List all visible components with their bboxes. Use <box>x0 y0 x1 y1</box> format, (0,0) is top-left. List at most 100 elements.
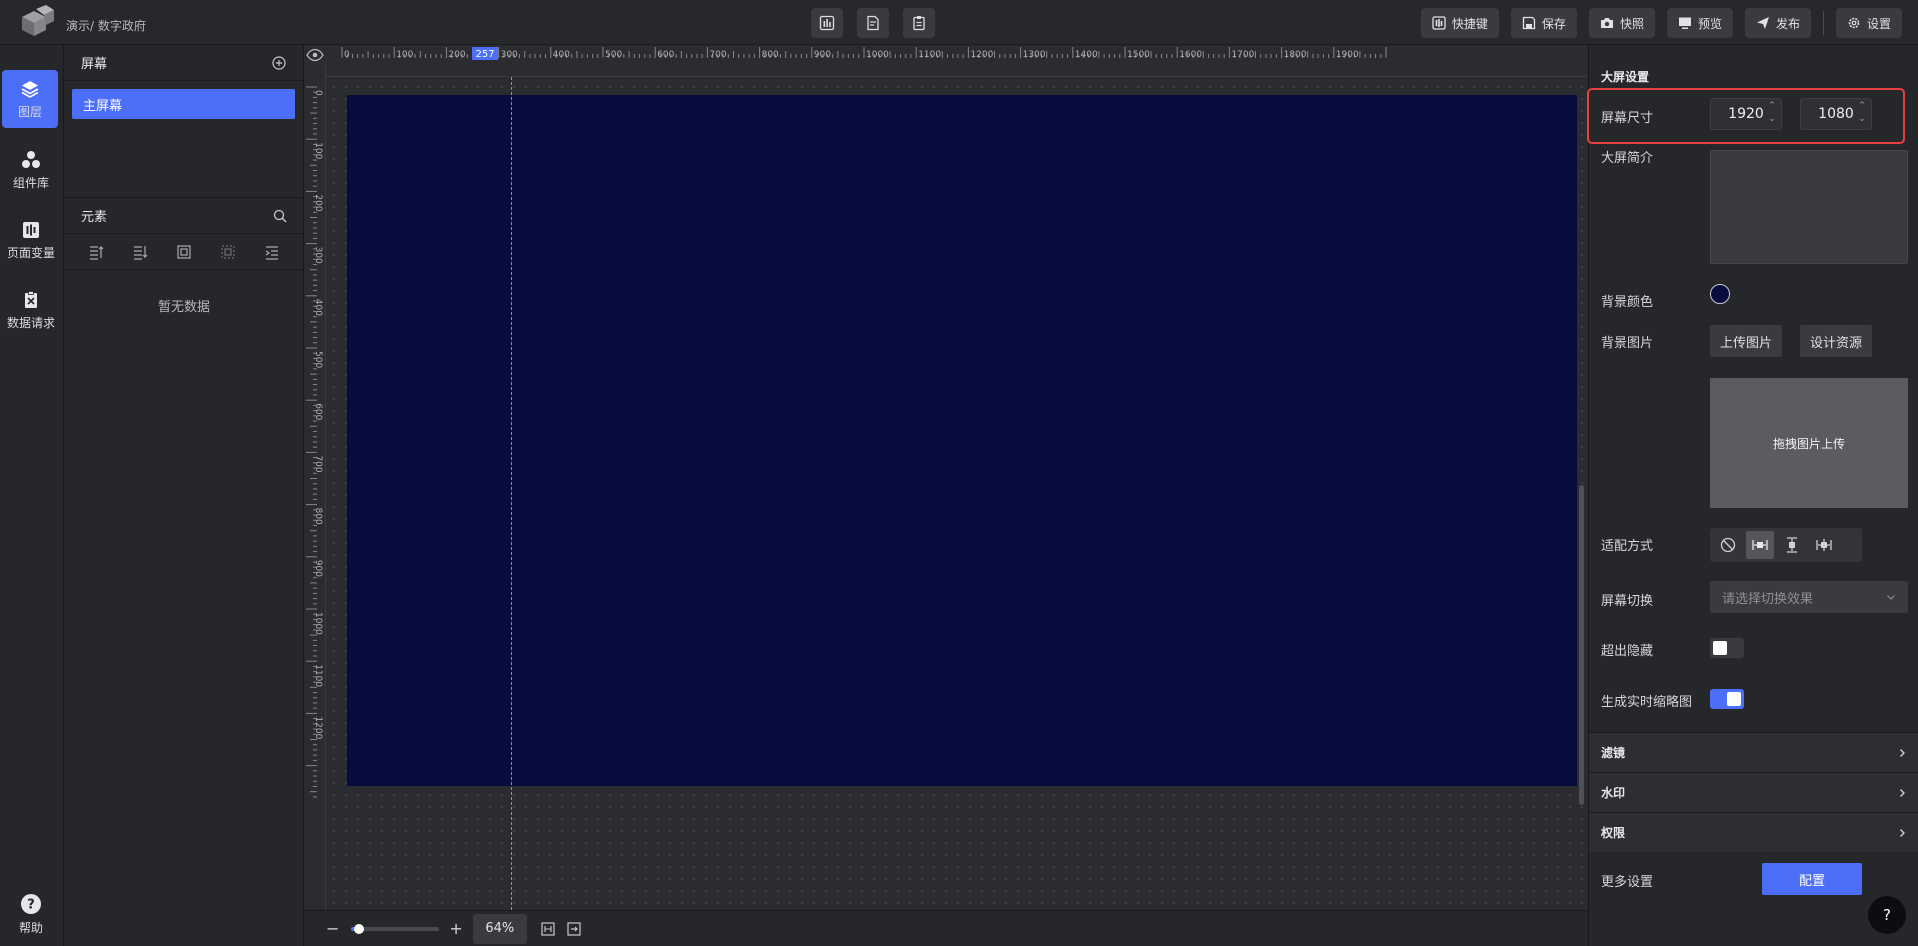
ruler-top-label: 900 <box>814 50 831 60</box>
screens-header: 屏幕 <box>64 45 303 81</box>
ruler-top-label: 1100 <box>918 50 941 60</box>
screen-canvas[interactable] <box>347 95 1577 786</box>
screen-size-highlight <box>1587 88 1905 144</box>
thumbnail-toggle[interactable] <box>1710 689 1744 709</box>
ungroup-icon[interactable] <box>220 244 236 260</box>
settings-title: 大屏设置 <box>1601 70 1650 84</box>
document-icon[interactable] <box>857 8 889 38</box>
thumbnail-toggle-knob <box>1727 692 1741 706</box>
ruler-top[interactable]: 0 100 200 300 400 500 600 700 800 900 1000 1100 1200… <box>304 45 1588 77</box>
nav-layers[interactable]: 图层 <box>2 70 58 128</box>
switch-effect-select[interactable]: 请选择切换效果 <box>1710 581 1908 613</box>
components-icon <box>22 150 40 168</box>
intro-label: 大屏简介 <box>1601 151 1654 166</box>
indent-icon[interactable] <box>264 244 280 260</box>
camera-icon <box>1600 18 1613 28</box>
clipboard-icon[interactable] <box>903 8 935 38</box>
section-filter-label: 滤镜 <box>1601 746 1626 760</box>
ruler-top-label: 1400 <box>1075 50 1098 60</box>
search-icon[interactable] <box>273 209 287 223</box>
ruler-guide-line[interactable] <box>511 57 512 910</box>
help-icon: ? <box>21 893 41 914</box>
fit-width-icon[interactable] <box>1746 531 1774 559</box>
section-filter[interactable]: 滤镜 <box>1589 732 1918 772</box>
publish-label: 发布 <box>1775 16 1800 31</box>
zoom-slider-handle[interactable] <box>354 923 365 934</box>
send-icon <box>1756 17 1769 29</box>
group-icon[interactable] <box>176 244 192 260</box>
ruler-marker-label: 257 <box>475 49 494 60</box>
ruler-top-label: 200 <box>448 50 465 60</box>
ruler-top-label: 400 <box>553 50 570 60</box>
zoom-level[interactable]: 64% <box>472 913 527 944</box>
elements-title: 元素 <box>81 210 108 225</box>
upload-image-button[interactable]: 上传图片 <box>1710 325 1782 357</box>
nav-help[interactable]: ? 帮助 <box>0 885 62 943</box>
elements-empty-text: 暂无数据 <box>157 300 210 315</box>
section-watermark[interactable]: 水印 <box>1589 772 1918 812</box>
nav-page-variables[interactable]: 页面变量 <box>0 211 62 269</box>
elements-section: 元素 暂无数据 <box>64 197 304 946</box>
ruler-top-label: 1600 <box>1179 50 1202 60</box>
shortcuts-icon <box>1432 16 1446 30</box>
breadcrumb[interactable]: 演示/ 数字政府 <box>66 17 146 34</box>
config-button[interactable]: 配置 <box>1762 863 1862 895</box>
nav-data-request[interactable]: 数据请求 <box>0 281 62 339</box>
ruler-left-label: 300 <box>313 247 323 264</box>
ruler-left[interactable]: 0 100 200 300 400 500 600 700 800 900 1000 1100 1200 <box>304 45 326 910</box>
nav-components-label: 组件库 <box>12 175 49 190</box>
snapshot-button[interactable]: 快照 <box>1588 8 1655 38</box>
publish-button[interactable]: 发布 <box>1744 8 1811 38</box>
preview-button[interactable]: 预览 <box>1666 8 1733 38</box>
move-down-icon[interactable] <box>132 244 148 260</box>
section-permission[interactable]: 权限 <box>1589 812 1918 852</box>
save-icon <box>1522 16 1536 30</box>
save-button[interactable]: 保存 <box>1510 8 1577 38</box>
help-fab-icon[interactable]: ? <box>1868 896 1906 934</box>
fit-height-icon[interactable] <box>1778 531 1806 559</box>
design-resource-button[interactable]: 设计资源 <box>1800 325 1872 357</box>
move-up-icon[interactable] <box>88 244 104 260</box>
fit-screen-icon[interactable] <box>541 921 555 936</box>
shortcuts-button[interactable]: 快捷键 <box>1420 8 1499 38</box>
logo-icon[interactable] <box>18 5 56 39</box>
add-screen-icon[interactable] <box>272 55 286 70</box>
screen-item-main[interactable]: 主屏幕 <box>72 89 295 119</box>
settings-button[interactable]: 设置 <box>1835 8 1902 38</box>
vertical-scrollbar[interactable] <box>1579 485 1584 805</box>
ruler-top-label: 1800 <box>1284 50 1307 60</box>
section-watermark-label: 水印 <box>1601 786 1626 800</box>
drag-upload-area[interactable]: 拖拽图片上传 <box>1710 378 1908 508</box>
ruler-top-label: 1000 <box>866 50 889 60</box>
fit-mode-group <box>1710 528 1862 562</box>
nav-data-request-label: 数据请求 <box>6 315 55 330</box>
zoom-bar: − + 64% <box>304 910 1588 946</box>
preview-label: 预览 <box>1697 16 1722 31</box>
fit-none-icon[interactable] <box>1714 531 1742 559</box>
ruler-left-label: 0 <box>313 90 323 96</box>
ruler-left-label: 900 <box>313 560 323 577</box>
ruler-left-label: 1000 <box>313 612 323 635</box>
zoom-out-icon[interactable]: − <box>326 919 339 938</box>
chart-icon[interactable] <box>811 8 843 38</box>
snapshot-label: 快照 <box>1619 16 1644 31</box>
ruler-top-label: 100 <box>396 50 413 60</box>
fullscreen-icon[interactable] <box>567 921 581 936</box>
zoom-in-icon[interactable]: + <box>449 919 462 938</box>
ruler-top-label: 700 <box>709 50 726 60</box>
bg-color-swatch[interactable] <box>1710 284 1730 304</box>
eye-icon[interactable] <box>304 45 326 65</box>
chevron-right-icon <box>1900 748 1905 757</box>
ruler-top-label: 300 <box>501 50 518 60</box>
overflow-hidden-toggle[interactable] <box>1710 638 1744 658</box>
zoom-slider[interactable] <box>351 923 440 934</box>
overflow-toggle-knob <box>1713 641 1727 655</box>
ruler-top-label: 1700 <box>1231 50 1254 60</box>
canvas-area[interactable]: 0 100 200 300 400 500 600 700 800 900 1000 1100 1200… <box>304 45 1588 910</box>
fit-stretch-icon[interactable] <box>1810 531 1838 559</box>
intro-textarea[interactable] <box>1710 150 1908 264</box>
nav-components[interactable]: 组件库 <box>0 141 62 199</box>
ruler-left-label: 400 <box>313 299 323 316</box>
elements-header: 元素 <box>64 198 304 234</box>
overflow-hidden-label: 超出隐藏 <box>1601 644 1654 659</box>
